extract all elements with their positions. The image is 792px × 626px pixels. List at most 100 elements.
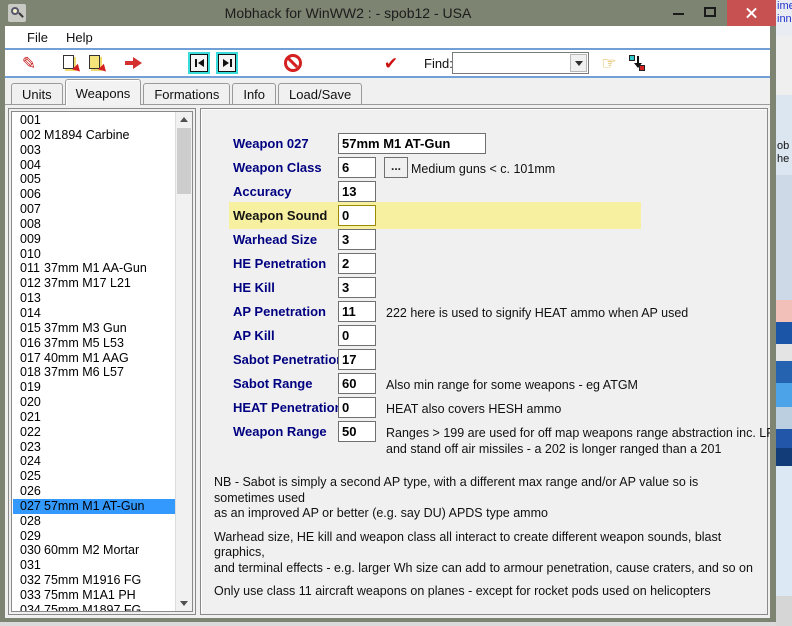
find-combobox[interactable] — [452, 52, 589, 74]
list-item-025[interactable]: 025 — [13, 469, 175, 484]
list-item-009[interactable]: 009 — [13, 232, 175, 247]
cancel-button[interactable] — [282, 52, 304, 74]
list-item-008[interactable]: 008 — [13, 217, 175, 232]
form-row-heat-penetration: HEAT PenetrationHEAT also covers HESH am… — [201, 397, 763, 418]
goto-button[interactable] — [122, 52, 144, 74]
weapon-form-panel: NB - Sabot is simply a second AP type, w… — [200, 108, 768, 615]
maximize-button[interactable] — [704, 7, 716, 17]
list-item-012[interactable]: 01237mm M17 L21 — [13, 276, 175, 291]
list-item-021[interactable]: 021 — [13, 410, 175, 425]
nav-first-icon — [190, 54, 208, 72]
ap-kill-input[interactable] — [338, 325, 376, 346]
field-note-weapon-class: Medium guns < c. 101mm — [411, 161, 770, 177]
list-item-022[interactable]: 022 — [13, 425, 175, 440]
scroll-down-button[interactable] — [176, 596, 192, 611]
menu-file[interactable]: File — [18, 28, 57, 47]
strip-segment — [776, 322, 792, 344]
list-item-033[interactable]: 03375mm M1A1 PH — [13, 588, 175, 603]
list-item-019[interactable]: 019 — [13, 380, 175, 395]
main-area: 001002M1894 Carbine003004005006007008009… — [5, 105, 770, 618]
weapon-list-panel: 001002M1894 Carbine003004005006007008009… — [8, 108, 196, 615]
paste-clipboard-icon — [87, 54, 107, 73]
tab-weapons[interactable]: Weapons — [65, 79, 142, 105]
form-row-accuracy: Accuracy — [201, 181, 763, 202]
list-item-003[interactable]: 003 — [13, 143, 175, 158]
list-item-018[interactable]: 01837mm M6 L57 — [13, 365, 175, 380]
list-item-029[interactable]: 029 — [13, 529, 175, 544]
pointing-hand-fragment — [776, 300, 792, 322]
apply-check-button[interactable]: ✔ — [380, 52, 402, 74]
weapon-class-picker-button[interactable]: ... — [384, 157, 408, 178]
list-item-014[interactable]: 014 — [13, 306, 175, 321]
weapon-range-input[interactable] — [338, 421, 376, 442]
edit-button[interactable]: ✎ — [18, 52, 40, 74]
list-item-031[interactable]: 031 — [13, 558, 175, 573]
list-item-004[interactable]: 004 — [13, 158, 175, 173]
warhead-size-input[interactable] — [338, 229, 376, 250]
list-item-026[interactable]: 026 — [13, 484, 175, 499]
nav-last-button[interactable] — [216, 52, 238, 74]
list-item-005[interactable]: 005 — [13, 172, 175, 187]
he-penetration-input[interactable] — [338, 253, 376, 274]
field-label-he-penetration: HE Penetration — [233, 256, 326, 271]
he-kill-input[interactable] — [338, 277, 376, 298]
form-row-ap-penetration: AP Penetration222 here is used to signif… — [201, 301, 763, 322]
find-input[interactable] — [455, 54, 569, 72]
weapon-027-input[interactable] — [338, 133, 486, 154]
list-item-032[interactable]: 03275mm M1916 FG — [13, 573, 175, 588]
field-note-weapon-range: Ranges > 199 are used for off map weapon… — [386, 425, 770, 457]
weapon-class-input[interactable] — [338, 157, 376, 178]
weapon-sound-input[interactable] — [338, 205, 376, 226]
list-item-030[interactable]: 03060mm M2 Mortar — [13, 543, 175, 558]
strip-segment — [776, 407, 792, 429]
weapon-listbox[interactable]: 001002M1894 Carbine003004005006007008009… — [11, 111, 193, 612]
reorder-button[interactable] — [626, 52, 648, 74]
list-item-013[interactable]: 013 — [13, 291, 175, 306]
strip-segment: ime inne — [776, 0, 792, 36]
tab-info[interactable]: Info — [232, 83, 276, 104]
list-item-016[interactable]: 01637mm M5 L53 — [13, 336, 175, 351]
find-dropdown-button[interactable] — [570, 54, 587, 72]
list-item-024[interactable]: 024 — [13, 454, 175, 469]
find-go-button[interactable]: ☞ — [598, 52, 620, 74]
note-paragraph-2: Warhead size, HE kill and weapon class a… — [214, 530, 762, 577]
scroll-up-button[interactable] — [176, 112, 192, 127]
client-area: FileHelp Find: ✎ ✔ ☞ UnitsWeaponsFormation… — [5, 26, 770, 618]
list-item-010[interactable]: 010 — [13, 247, 175, 262]
list-item-007[interactable]: 007 — [13, 202, 175, 217]
minimize-button[interactable] — [673, 13, 684, 15]
list-item-001[interactable]: 001 — [13, 113, 175, 128]
form-row-sabot-range: Sabot RangeAlso min range for some weapo… — [201, 373, 763, 394]
tab-units[interactable]: Units — [11, 83, 63, 104]
list-item-006[interactable]: 006 — [13, 187, 175, 202]
list-item-023[interactable]: 023 — [13, 440, 175, 455]
list-item-034[interactable]: 03475mm M1897 FG — [13, 603, 175, 612]
list-item-027[interactable]: 02757mm M1 AT-Gun — [13, 499, 175, 514]
list-item-015[interactable]: 01537mm M3 Gun — [13, 321, 175, 336]
heat-penetration-input[interactable] — [338, 397, 376, 418]
close-button[interactable] — [727, 0, 776, 26]
find-label: Find: — [424, 56, 453, 71]
list-item-020[interactable]: 020 — [13, 395, 175, 410]
tab-formations[interactable]: Formations — [143, 83, 230, 104]
field-label-weapon-range: Weapon Range — [233, 424, 327, 439]
paste-button[interactable] — [86, 52, 108, 74]
copy-button[interactable] — [60, 52, 82, 74]
accuracy-input[interactable] — [338, 181, 376, 202]
list-item-028[interactable]: 028 — [13, 514, 175, 529]
list-scrollbar[interactable] — [175, 112, 192, 611]
weapon-list-items: 001002M1894 Carbine003004005006007008009… — [13, 113, 175, 612]
form-row-ap-kill: AP Kill — [201, 325, 763, 346]
tab-load-save[interactable]: Load/Save — [278, 83, 362, 104]
list-item-017[interactable]: 01740mm M1 AAG — [13, 351, 175, 366]
sabot-penetration-input[interactable] — [338, 349, 376, 370]
list-item-002[interactable]: 002M1894 Carbine — [13, 128, 175, 143]
menu-help[interactable]: Help — [57, 28, 102, 47]
field-label-sabot-penetration: Sabot Penetration — [233, 352, 344, 367]
field-label-ap-kill: AP Kill — [233, 328, 275, 343]
ap-penetration-input[interactable] — [338, 301, 376, 322]
sabot-range-input[interactable] — [338, 373, 376, 394]
scrollbar-thumb[interactable] — [177, 128, 191, 194]
list-item-011[interactable]: 01137mm M1 AA-Gun — [13, 261, 175, 276]
nav-first-button[interactable] — [188, 52, 210, 74]
